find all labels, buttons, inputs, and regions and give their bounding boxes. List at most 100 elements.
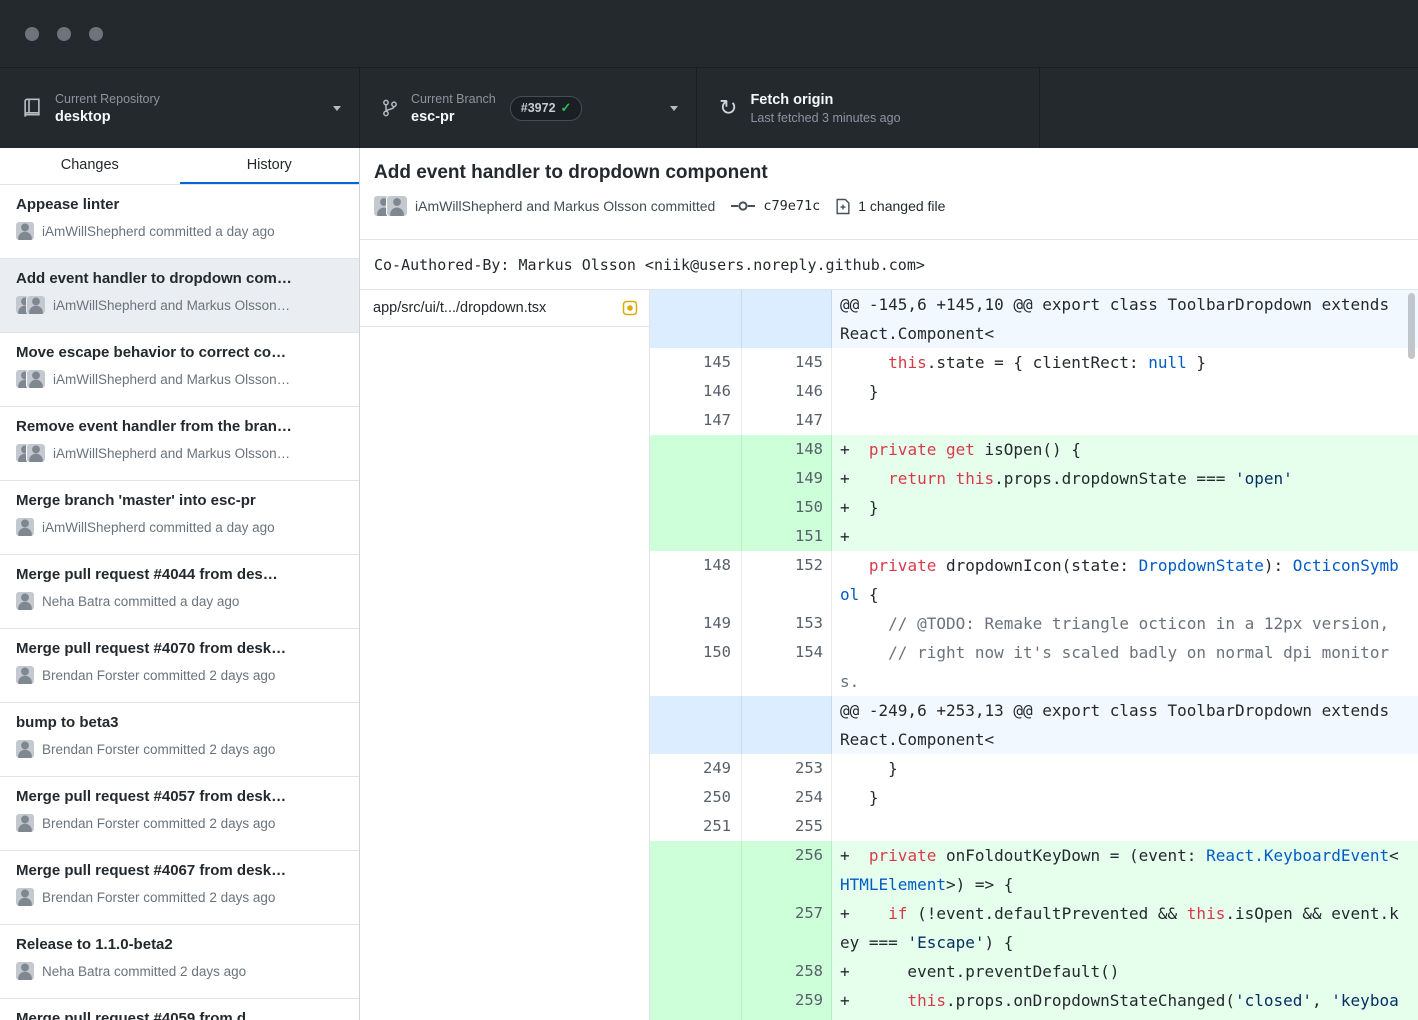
commit-item-meta: Neha Batra committed a day ago [16,592,343,610]
diff-code-line: this.state = { clientRect: null } [832,348,1418,377]
commit-item-title: Appease linter [16,194,343,215]
commit-list-item[interactable]: Merge pull request #4067 from desk…Brend… [0,851,359,925]
chevron-down-icon [670,106,678,111]
diff-row: 148152 private dropdownIcon(state: Dropd… [650,551,1418,609]
avatar-image [27,370,45,388]
zoom-button[interactable] [89,27,103,41]
check-icon: ✓ [561,100,572,116]
diff-row: @@ -145,6 +145,10 @@ export class Toolba… [650,290,1418,348]
commit-item-meta: iAmWillShepherd and Markus Olsson… [16,370,343,388]
commit-list-item[interactable]: Merge branch 'master' into esc-pr iAmWill… [0,481,359,555]
diff-row: 151+ [650,522,1418,551]
diff-code-line: + } [832,493,1418,522]
diff-new-line-number: 150 [742,493,832,522]
file-list-item[interactable]: app/src/ui/t.../dropdown.tsx [360,290,649,327]
commit-list-item[interactable]: Appease linter iAmWillShepherd committed … [0,185,359,259]
commit-item-byline: iAmWillShepherd committed a day ago [42,520,275,535]
commit-item-byline: Brendan Forster committed 2 days ago [42,816,275,831]
commit-list-item[interactable]: Release to 1.1.0-beta2Neha Batra committ… [0,925,359,999]
commit-item-byline: iAmWillShepherd committed a day ago [42,224,275,239]
branch-name: esc-pr [411,109,496,125]
close-button[interactable] [25,27,39,41]
commit-list-item[interactable]: Merge pull request #4070 from desk…Brend… [0,629,359,703]
tab-changes[interactable]: Changes [0,148,180,184]
commit-item-byline: Neha Batra committed 2 days ago [42,964,246,979]
diff-code-line: + return this.props.dropdownState === 'o… [832,464,1418,493]
commit-item-byline: Neha Batra committed a day ago [42,594,239,609]
diff-old-line-number: 146 [650,377,742,406]
tab-history[interactable]: History [180,148,360,184]
sidebar: Changes History Appease linter iAmWillShe… [0,148,360,1020]
diff-old-line-number: 251 [650,812,742,841]
commit-item-title: Merge pull request #4067 from desk… [16,860,343,881]
commit-summary: Add event handler to dropdown component … [360,148,1418,240]
avatar [16,370,45,388]
diff-old-line-number: 145 [650,348,742,377]
avatar [374,196,407,216]
diff-row: 150+ } [650,493,1418,522]
commit-item-title: bump to beta3 [16,712,343,733]
repo-icon [22,98,42,118]
diff-old-line-number [650,493,742,522]
diff-code-line: + [832,522,1418,551]
diff-row: @@ -249,6 +253,13 @@ export class Toolba… [650,696,1418,754]
app-window: Current Repository desktop Current Branc… [0,0,1418,1020]
diff-code-line: } [832,377,1418,406]
diff-code-line: } [832,783,1418,812]
diff-row: 149+ return this.props.dropdownState ===… [650,464,1418,493]
diff-row: 257+ if (!event.defaultPrevented && this… [650,899,1418,957]
avatar [16,666,34,684]
diff-old-line-number: 250 [650,783,742,812]
commit-item-title: Merge pull request #4057 from desk… [16,786,343,807]
commit-list-item[interactable]: Move escape behavior to correct co…iAmWi… [0,333,359,407]
commit-list-item[interactable]: Remove event handler from the bran…iAmWi… [0,407,359,481]
diff-code-line: @@ -249,6 +253,13 @@ export class Toolba… [832,696,1418,754]
branch-switcher-button[interactable]: Current Branch esc-pr #3972 ✓ [360,68,697,148]
diff-row: 147147 [650,406,1418,435]
diff-old-line-number [650,841,742,899]
commit-list-item[interactable]: Add event handler to dropdown com…iAmWil… [0,259,359,333]
diff-new-line-number [742,696,832,754]
diff-code-line: // right now it's scaled badly on normal… [832,638,1418,696]
commit-item-meta: iAmWillShepherd and Markus Olsson… [16,296,343,314]
diff-new-line-number: 152 [742,551,832,609]
commit-list-item[interactable]: bump to beta3 Brendan Forster committed 2… [0,703,359,777]
window-controls [25,27,103,41]
diff-row: 250254 } [650,783,1418,812]
diff-new-line-number: 153 [742,609,832,638]
file-path: app/src/ui/t.../dropdown.tsx [373,300,546,316]
commit-list-item[interactable]: Merge pull request #4059 from d… [0,999,359,1020]
diff-old-line-number: 149 [650,609,742,638]
diff-new-line-number: 154 [742,638,832,696]
diff-code-line: private dropdownIcon(state: DropdownStat… [832,551,1418,609]
chevron-down-icon [333,106,341,111]
fetch-label: Fetch origin [750,92,900,108]
commit-icon [731,199,755,213]
diff-row: 146146 } [650,377,1418,406]
diff-new-line-number: 258 [742,957,832,986]
commit-list-item[interactable]: Merge pull request #4044 from des…Neha B… [0,555,359,629]
diff-row: 145145 this.state = { clientRect: null } [650,348,1418,377]
commit-item-meta: Brendan Forster committed 2 days ago [16,740,343,758]
avatar [16,444,45,462]
diff-view: @@ -145,6 +145,10 @@ export class Toolba… [650,290,1418,1020]
diff-old-line-number: 148 [650,551,742,609]
repository-switcher-button[interactable]: Current Repository desktop [0,68,360,148]
commit-byline: iAmWillShepherd and Markus Olsson commit… [415,198,715,214]
commit-item-meta: iAmWillShepherd committed a day ago [16,222,343,240]
avatar [16,296,45,314]
avatar-image [27,296,45,314]
diff-new-line-number: 151 [742,522,832,551]
pr-number-badge[interactable]: #3972 ✓ [510,96,583,121]
scrollbar-thumb[interactable] [1408,293,1415,359]
avatar [16,888,34,906]
commit-list-item[interactable]: Merge pull request #4057 from desk… Brend… [0,777,359,851]
toolbar: Current Repository desktop Current Branc… [0,68,1418,148]
commit-sha: c79e71c [763,198,820,214]
commit-list: Appease linter iAmWillShepherd committed … [0,185,359,1020]
diff-new-line-number: 146 [742,377,832,406]
fetch-origin-button[interactable]: ↻ Fetch origin Last fetched 3 minutes ag… [697,68,1040,148]
minimize-button[interactable] [57,27,71,41]
file-modified-icon [622,300,638,316]
commit-item-title: Merge branch 'master' into esc-pr [16,490,343,511]
